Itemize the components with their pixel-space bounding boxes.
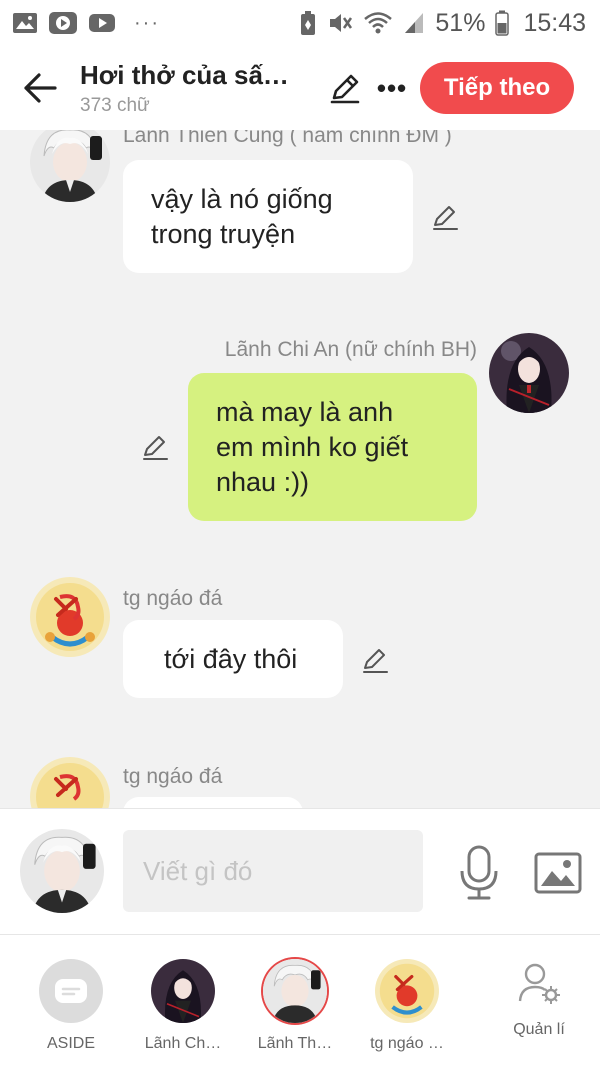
message-bubble[interactable]: tới đây thôi (123, 620, 343, 698)
aside-bubble-icon (55, 979, 87, 1003)
message-item: Lãnh Thiên Cung ( nam chính ĐM ) vậy là … (0, 130, 600, 290)
youtube-icon (88, 13, 116, 33)
sender-name: tg ngáo đá (123, 765, 223, 788)
next-button[interactable]: Tiếp theo (420, 62, 574, 114)
character-label: tg ngáo … (370, 1035, 444, 1052)
video-icon (48, 11, 78, 35)
title-block: Hơi thở của sấ… 373 chữ (80, 60, 312, 117)
microphone-icon[interactable] (456, 845, 502, 901)
mute-icon (327, 11, 353, 35)
battery-icon (495, 10, 510, 36)
status-right: 51% 15:43 (299, 9, 586, 38)
edit-title-button[interactable] (320, 58, 370, 118)
sender-name: Lãnh Thiên Cung ( nam chính ĐM ) (123, 130, 452, 147)
aside-avatar (39, 959, 103, 1023)
character-label: ASIDE (46, 1035, 95, 1052)
battery-percent: 51% (435, 8, 486, 37)
message-input[interactable] (123, 830, 423, 912)
header: Hơi thở của sấ… 373 chữ ••• Tiếp theo (0, 46, 600, 130)
pencil-icon (330, 74, 360, 104)
avatar-hammer-sickle[interactable] (30, 757, 110, 808)
edit-message-icon[interactable] (140, 432, 170, 462)
image-icon[interactable] (534, 851, 582, 895)
character-item-tg-ngao-da[interactable]: tg ngáo … (352, 935, 462, 1067)
character-avatar-selected (263, 959, 327, 1023)
manage-characters-button[interactable]: Quản lí (484, 935, 594, 1067)
sender-name: Lãnh Chi An (nữ chính BH) (224, 338, 477, 361)
message-bubble[interactable]: vậy là nó giống trong truyện (123, 160, 413, 273)
character-avatar (151, 959, 215, 1023)
message-item: Lãnh Chi An (nữ chính BH) mà may là anh … (0, 330, 600, 530)
input-bar (0, 808, 600, 934)
edit-message-icon[interactable] (430, 202, 460, 232)
character-label: Lãnh Ch… (144, 1035, 222, 1052)
current-speaker-avatar[interactable] (20, 829, 104, 913)
battery-saver-icon (299, 10, 317, 36)
story-title: Hơi thở của sấ… (80, 59, 289, 90)
manage-label: Quản lí (513, 1021, 565, 1038)
message-bubble[interactable]: mà may là anh em mình ko giết nhau :)) (188, 373, 477, 521)
wifi-icon (363, 11, 393, 35)
avatar-white-hair-boy[interactable] (30, 130, 110, 202)
status-left: ··· (12, 11, 160, 35)
status-bar: ··· 51% 15:43 (0, 0, 600, 46)
chat-area[interactable]: Lãnh Thiên Cung ( nam chính ĐM ) vậy là … (0, 130, 600, 808)
status-time: 15:43 (523, 8, 586, 37)
back-arrow-icon (24, 73, 57, 103)
avatar-dark-hair-girl[interactable] (489, 333, 569, 413)
back-button[interactable] (0, 46, 80, 130)
character-item-lanh-thien-cung[interactable]: Lãnh Th… (240, 935, 350, 1067)
status-overflow-dots: ··· (134, 11, 160, 34)
edit-message-icon[interactable] (360, 645, 390, 675)
sender-name: tg ngáo đá (123, 587, 223, 610)
character-avatar (375, 959, 439, 1023)
message-bubble[interactable] (123, 797, 303, 808)
signal-icon (403, 11, 425, 35)
word-count: 373 chữ (80, 94, 150, 116)
message-item: tg ngáo đá tới đây thôi (0, 575, 600, 705)
message-item: tg ngáo đá (0, 755, 600, 808)
user-settings-icon (518, 963, 560, 1004)
character-bar: ASIDE Lãnh Ch… Lãnh Th… tg ngáo … Quản l… (0, 934, 600, 1067)
character-item-lanh-chi-an[interactable]: Lãnh Ch… (128, 935, 238, 1067)
gallery-icon (12, 12, 38, 34)
character-item-aside[interactable]: ASIDE (16, 935, 126, 1067)
avatar-hammer-sickle[interactable] (30, 577, 110, 657)
more-options-button[interactable]: ••• (370, 58, 414, 118)
character-label: Lãnh Th… (257, 1035, 333, 1052)
